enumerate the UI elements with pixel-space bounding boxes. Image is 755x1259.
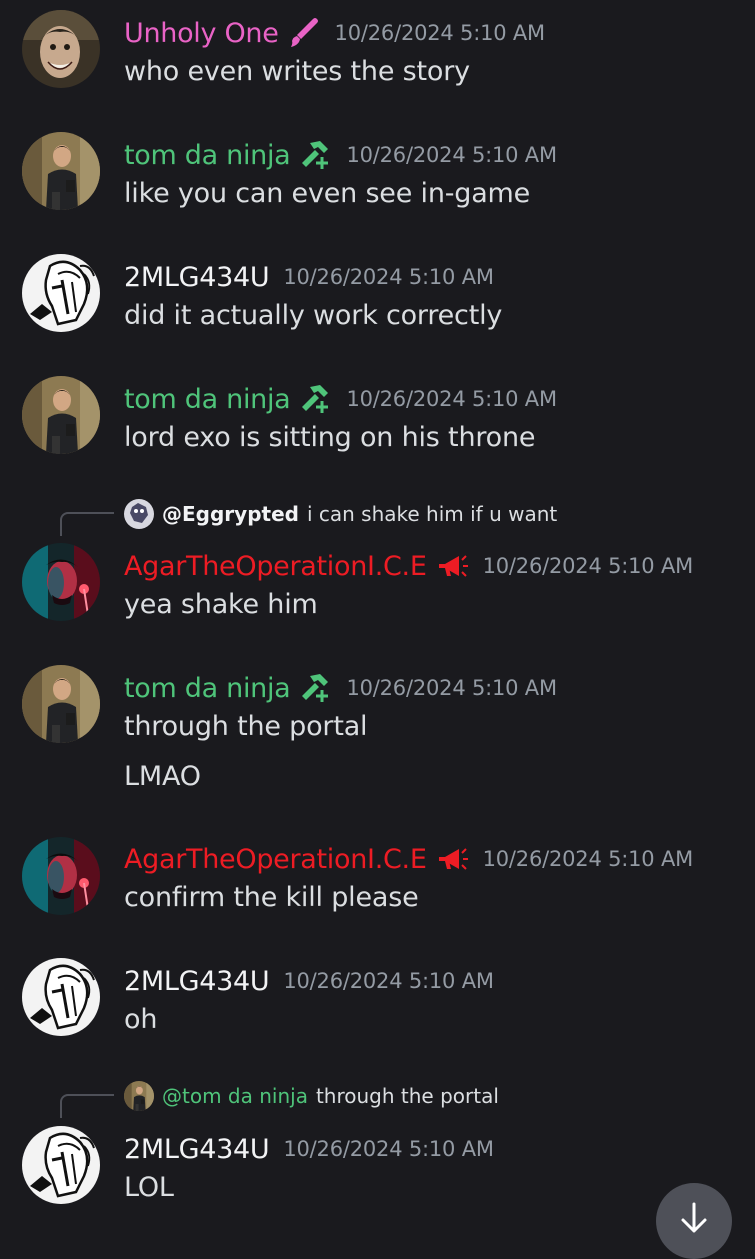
reply-text: i can shake him if u want: [306, 502, 558, 526]
arrow-down-icon: [681, 1202, 707, 1233]
hammer-icon: [298, 672, 332, 704]
avatar-image: [22, 376, 100, 454]
avatar-image: [22, 665, 100, 743]
avatar-image: [22, 1126, 100, 1204]
avatar-image: [22, 254, 100, 332]
avatar-image: [22, 543, 100, 621]
message-content: yea shake him: [124, 589, 318, 620]
author-name[interactable]: tom da ninja: [124, 384, 291, 415]
message-timestamp: 10/26/2024 5:10 AM: [346, 676, 557, 700]
message-header: 2MLG434U 10/26/2024 5:10 AM: [124, 961, 494, 1001]
message-header: tom da ninja 10/26/2024 5:10 AM: [124, 379, 557, 419]
message-timestamp: 10/26/2024 5:10 AM: [283, 969, 494, 993]
avatar-image: [22, 132, 100, 210]
message-timestamp: 10/26/2024 5:10 AM: [283, 1137, 494, 1161]
avatar[interactable]: [22, 132, 100, 210]
message-timestamp: 10/26/2024 5:10 AM: [346, 143, 557, 167]
message-header: 2MLG434U 10/26/2024 5:10 AM: [124, 1129, 494, 1169]
message-timestamp: 10/26/2024 5:10 AM: [334, 21, 546, 45]
message-header: Unholy One 10/26/2024 5:10 AM: [124, 13, 545, 53]
reply-mention[interactable]: @Eggrypted: [162, 502, 299, 526]
author-name[interactable]: tom da ninja: [124, 673, 291, 704]
message-header: 2MLG434U 10/26/2024 5:10 AM: [124, 257, 494, 297]
reply-preview[interactable]: @tom da ninja through the portal: [124, 1081, 499, 1111]
avatar-image: [22, 10, 100, 88]
message-header: tom da ninja 10/26/2024 5:10 AM: [124, 668, 557, 708]
author-name[interactable]: AgarTheOperationI.C.E: [124, 844, 427, 875]
avatar[interactable]: [22, 543, 100, 621]
message-content: like you can even see in-game: [124, 178, 531, 209]
reply-preview[interactable]: @Eggrypted i can shake him if u want: [124, 499, 557, 529]
hammer-icon: [298, 383, 332, 415]
avatar-image: [22, 958, 100, 1036]
author-name[interactable]: tom da ninja: [124, 140, 291, 171]
reply-spine: [60, 512, 114, 536]
message-content: LMAO: [124, 761, 201, 792]
avatar[interactable]: [22, 376, 100, 454]
reply-spine: [60, 1094, 114, 1118]
paintbrush-icon: [287, 17, 321, 49]
reply-mention[interactable]: @tom da ninja: [162, 1084, 308, 1108]
author-name[interactable]: 2MLG434U: [124, 966, 270, 997]
author-name[interactable]: 2MLG434U: [124, 262, 270, 293]
avatar[interactable]: [22, 958, 100, 1036]
avatar[interactable]: [22, 1126, 100, 1204]
message-timestamp: 10/26/2024 5:10 AM: [482, 554, 694, 578]
message-content: did it actually work correctly: [124, 300, 503, 331]
hammer-icon: [298, 139, 332, 171]
avatar-image: [22, 837, 100, 915]
message-header: AgarTheOperationI.C.E 10/26/2024 5:10 AM: [124, 546, 693, 586]
author-name[interactable]: Unholy One: [124, 18, 279, 49]
message-content: who even writes the story: [124, 56, 470, 87]
reply-avatar: [124, 1081, 154, 1111]
avatar[interactable]: [22, 665, 100, 743]
message-content: lord exo is sitting on his throne: [124, 422, 536, 453]
reply-text: through the portal: [315, 1084, 499, 1108]
message-content: confirm the kill please: [124, 882, 419, 913]
reply-avatar: [124, 499, 154, 529]
message-content: through the portal: [124, 711, 368, 742]
megaphone-icon: [435, 843, 469, 875]
message-header: tom da ninja 10/26/2024 5:10 AM: [124, 135, 557, 175]
message-timestamp: 10/26/2024 5:10 AM: [283, 265, 494, 289]
avatar[interactable]: [22, 254, 100, 332]
message-timestamp: 10/26/2024 5:10 AM: [346, 387, 557, 411]
avatar[interactable]: [22, 10, 100, 88]
avatar[interactable]: [22, 837, 100, 915]
message-timestamp: 10/26/2024 5:10 AM: [482, 847, 694, 871]
author-name[interactable]: 2MLG434U: [124, 1134, 270, 1165]
message-content: oh: [124, 1004, 158, 1035]
message-content: LOL: [124, 1172, 174, 1203]
megaphone-icon: [435, 550, 469, 582]
message-list[interactable]: Unholy One 10/26/2024 5:10 AM who even w…: [0, 0, 755, 1259]
author-name[interactable]: AgarTheOperationI.C.E: [124, 551, 427, 582]
message-header: AgarTheOperationI.C.E 10/26/2024 5:10 AM: [124, 839, 693, 879]
scroll-to-bottom-button[interactable]: [656, 1183, 732, 1259]
